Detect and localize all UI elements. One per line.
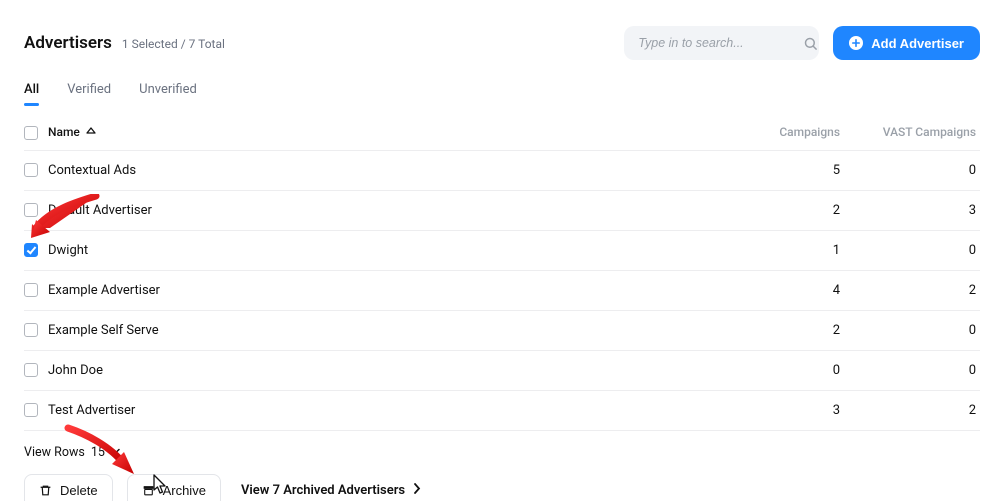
top-actions: Add Advertiser xyxy=(624,26,980,60)
view-rows-value: 15 xyxy=(91,445,105,460)
plus-icon xyxy=(849,36,863,50)
name-label: Name xyxy=(48,125,80,139)
tab-all[interactable]: All xyxy=(24,82,39,105)
top-bar: Advertisers 1 Selected / 7 Total Add Adv… xyxy=(24,26,980,60)
table-row: Contextual Ads 50 xyxy=(24,150,980,190)
row-vast-campaigns: 0 xyxy=(840,150,980,190)
table-row: Dwight 10 xyxy=(24,230,980,270)
archive-label: Archive xyxy=(163,483,206,498)
page-title: Advertisers xyxy=(24,33,112,53)
row-name[interactable]: John Doe xyxy=(48,363,103,378)
sort-asc-icon xyxy=(86,126,96,139)
row-vast-campaigns: 2 xyxy=(840,270,980,310)
column-header-name[interactable]: Name xyxy=(48,125,720,139)
delete-button[interactable]: Delete xyxy=(24,474,113,501)
search-box[interactable] xyxy=(624,26,819,60)
row-vast-campaigns: 2 xyxy=(840,390,980,430)
tab-verified[interactable]: Verified xyxy=(67,82,111,105)
row-campaigns: 0 xyxy=(720,350,840,390)
row-vast-campaigns: 0 xyxy=(840,310,980,350)
row-checkbox[interactable] xyxy=(24,283,38,297)
row-name[interactable]: Example Advertiser xyxy=(48,283,160,298)
view-rows-label: View Rows xyxy=(24,445,85,460)
table-row: Test Advertiser 32 xyxy=(24,390,980,430)
row-checkbox[interactable] xyxy=(24,363,38,377)
row-campaigns: 1 xyxy=(720,230,840,270)
tabs: All Verified Unverified xyxy=(24,82,980,105)
row-campaigns: 4 xyxy=(720,270,840,310)
row-vast-campaigns: 3 xyxy=(840,190,980,230)
row-checkbox[interactable] xyxy=(24,243,38,257)
row-name[interactable]: Dwight xyxy=(48,243,88,258)
row-checkbox[interactable] xyxy=(24,403,38,417)
row-checkbox[interactable] xyxy=(24,203,38,217)
select-all-checkbox[interactable] xyxy=(24,126,38,140)
chevron-down-icon xyxy=(111,446,121,459)
row-checkbox[interactable] xyxy=(24,323,38,337)
table-row: Example Self Serve 20 xyxy=(24,310,980,350)
advertisers-table: Name Campaigns VAST Campaigns Contextual… xyxy=(24,115,980,431)
bulk-action-row: Delete Archive View 7 Archived Advertise… xyxy=(24,474,980,501)
row-name[interactable]: Contextual Ads xyxy=(48,163,136,178)
view-rows-selector[interactable]: View Rows 15 xyxy=(24,445,980,460)
trash-icon xyxy=(39,484,52,497)
row-name[interactable]: Default Advertiser xyxy=(48,203,152,218)
row-campaigns: 2 xyxy=(720,190,840,230)
row-campaigns: 3 xyxy=(720,390,840,430)
row-checkbox[interactable] xyxy=(24,163,38,177)
archive-icon xyxy=(142,484,155,497)
archive-button[interactable]: Archive xyxy=(127,474,221,501)
row-name[interactable]: Test Advertiser xyxy=(48,403,135,418)
delete-label: Delete xyxy=(60,483,98,498)
column-header-vast[interactable]: VAST Campaigns xyxy=(883,125,976,139)
table-row: Default Advertiser 23 xyxy=(24,190,980,230)
row-vast-campaigns: 0 xyxy=(840,350,980,390)
page-root: { "header": { "title": "Advertisers", "s… xyxy=(0,0,1000,501)
chevron-right-icon xyxy=(413,483,421,498)
search-icon xyxy=(803,36,818,51)
search-input[interactable] xyxy=(636,35,803,51)
tab-unverified[interactable]: Unverified xyxy=(139,82,197,105)
view-archived-link[interactable]: View 7 Archived Advertisers xyxy=(241,483,421,498)
table-row: John Doe 00 xyxy=(24,350,980,390)
table-row: Example Advertiser 42 xyxy=(24,270,980,310)
column-header-campaigns[interactable]: Campaigns xyxy=(779,125,840,139)
row-campaigns: 2 xyxy=(720,310,840,350)
archived-link-label: View 7 Archived Advertisers xyxy=(241,483,405,498)
title-group: Advertisers 1 Selected / 7 Total xyxy=(24,33,225,53)
page-subtitle: 1 Selected / 7 Total xyxy=(122,37,225,51)
add-advertiser-button[interactable]: Add Advertiser xyxy=(833,26,980,60)
row-vast-campaigns: 0 xyxy=(840,230,980,270)
row-campaigns: 5 xyxy=(720,150,840,190)
add-advertiser-label: Add Advertiser xyxy=(871,36,964,51)
row-name[interactable]: Example Self Serve xyxy=(48,323,159,338)
